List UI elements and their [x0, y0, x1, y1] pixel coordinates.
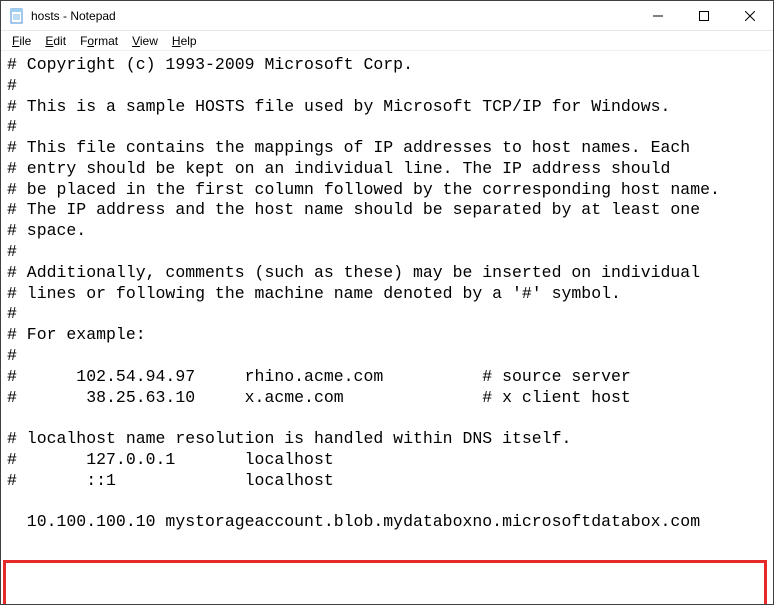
text-line: # Copyright (c) 1993-2009 Microsoft Corp…	[7, 55, 413, 74]
menu-view[interactable]: View	[125, 33, 165, 49]
text-line: # This is a sample HOSTS file used by Mi…	[7, 97, 670, 116]
text-line: # space.	[7, 221, 86, 240]
menu-edit[interactable]: Edit	[38, 33, 73, 49]
menubar: File Edit Format View Help	[1, 31, 773, 51]
text-line: #	[7, 346, 17, 365]
text-line: # lines or following the machine name de…	[7, 284, 621, 303]
highlight-annotation	[3, 560, 767, 604]
window-controls	[635, 1, 773, 30]
maximize-button[interactable]	[681, 1, 727, 30]
text-line: # be placed in the first column followed…	[7, 180, 720, 199]
text-line: #	[7, 117, 17, 136]
menu-format[interactable]: Format	[73, 33, 125, 49]
text-line: # ::1 localhost	[7, 471, 334, 490]
close-button[interactable]	[727, 1, 773, 30]
menu-help[interactable]: Help	[165, 33, 204, 49]
text-line: #	[7, 304, 17, 323]
text-line: # localhost name resolution is handled w…	[7, 429, 571, 448]
text-line: # This file contains the mappings of IP …	[7, 138, 690, 157]
text-editor[interactable]: # Copyright (c) 1993-2009 Microsoft Corp…	[1, 51, 773, 604]
notepad-icon	[9, 8, 25, 24]
text-line: # 102.54.94.97 rhino.acme.com # source s…	[7, 367, 631, 386]
text-line: # 38.25.63.10 x.acme.com # x client host	[7, 388, 631, 407]
text-line: #	[7, 242, 17, 261]
text-line: 10.100.100.10 mystorageaccount.blob.myda…	[7, 512, 700, 531]
text-line: # entry should be kept on an individual …	[7, 159, 670, 178]
text-line: # The IP address and the host name shoul…	[7, 200, 700, 219]
menu-file[interactable]: File	[5, 33, 38, 49]
titlebar: hosts - Notepad	[1, 1, 773, 31]
text-line: # Additionally, comments (such as these)…	[7, 263, 700, 282]
text-line: # 127.0.0.1 localhost	[7, 450, 334, 469]
window-title: hosts - Notepad	[31, 9, 635, 23]
text-line: #	[7, 76, 17, 95]
text-line: # For example:	[7, 325, 146, 344]
minimize-button[interactable]	[635, 1, 681, 30]
